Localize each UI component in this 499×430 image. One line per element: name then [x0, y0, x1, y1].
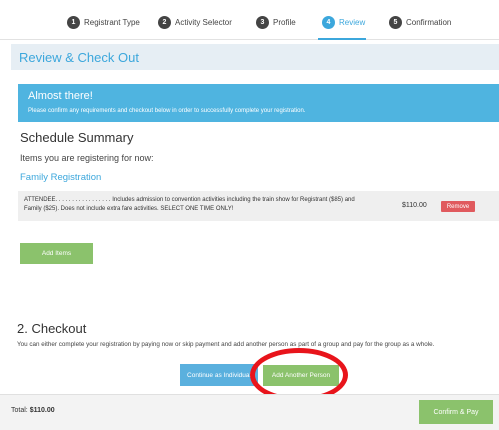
step-confirmation[interactable]: 5 Confirmation	[389, 16, 451, 29]
step-label: Activity Selector	[175, 18, 232, 27]
step-activity-selector[interactable]: 2 Activity Selector	[158, 16, 232, 29]
progress-steps: 1 Registrant Type 2 Activity Selector 3 …	[0, 12, 499, 40]
step-review[interactable]: 4 Review	[322, 16, 365, 29]
items-label: Items you are registering for now:	[20, 153, 154, 163]
schedule-summary-title: Schedule Summary	[20, 130, 134, 145]
page-header: Review & Check Out	[11, 44, 499, 70]
total-label: Total:	[11, 407, 28, 414]
step-number: 1	[67, 16, 80, 29]
step-label: Review	[339, 18, 366, 27]
continue-as-individual-button[interactable]: Continue as Individual	[180, 364, 258, 386]
alert-title: Almost there!	[28, 90, 93, 102]
step-number: 3	[256, 16, 269, 29]
step-number: 4	[322, 16, 335, 29]
step-label: Profile	[273, 18, 296, 27]
active-step-indicator	[318, 38, 366, 40]
order-total: Total: $110.00	[11, 407, 55, 414]
step-profile[interactable]: 3 Profile	[256, 16, 296, 29]
checkout-footer: Total: $110.00 Confirm & Pay	[0, 394, 499, 430]
remove-button[interactable]: Remove	[441, 201, 475, 212]
step-label: Confirmation	[406, 18, 452, 27]
checkout-description: You can either complete your registratio…	[17, 341, 435, 348]
add-items-button[interactable]: Add Items	[20, 243, 93, 264]
family-registration-heading: Family Registration	[20, 172, 102, 183]
top-strip	[0, 0, 499, 8]
step-number: 2	[158, 16, 171, 29]
step-number: 5	[389, 16, 402, 29]
line-item-row: ATTENDEE. . . . . . . . . . . . . . . . …	[18, 191, 499, 221]
registration-page: 1 Registrant Type 2 Activity Selector 3 …	[0, 0, 499, 430]
page-title: Review & Check Out	[19, 49, 139, 65]
line-item-price: $110.00	[402, 202, 427, 209]
step-registrant-type[interactable]: 1 Registrant Type	[67, 16, 140, 29]
alert-subtitle: Please confirm any requirements and chec…	[28, 108, 306, 114]
total-value: $110.00	[29, 407, 55, 414]
alert-banner: Almost there! Please confirm any require…	[18, 84, 499, 122]
checkout-title: 2. Checkout	[17, 321, 87, 336]
line-item-description: ATTENDEE. . . . . . . . . . . . . . . . …	[24, 197, 355, 212]
confirm-and-pay-button[interactable]: Confirm & Pay	[419, 400, 493, 424]
step-label: Registrant Type	[84, 18, 140, 27]
